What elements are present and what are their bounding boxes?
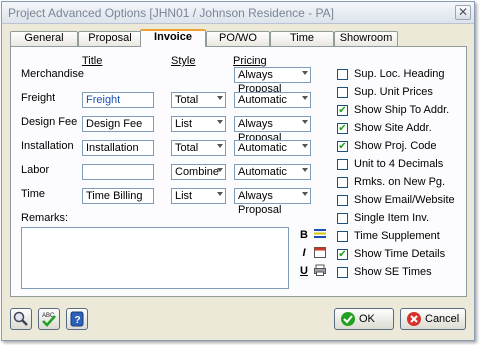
- installation-label: Installation: [21, 140, 74, 152]
- design-fee-title-input[interactable]: Design Fee: [82, 116, 154, 132]
- cancel-x-icon: [407, 312, 421, 326]
- ok-label: OK: [359, 313, 375, 325]
- chevron-down-icon: [217, 144, 223, 148]
- invoice-panel: Title Style Pricing Merchandise Always P…: [10, 46, 467, 297]
- window-title: Project Advanced Options [JHN01 / Johnso…: [8, 6, 334, 20]
- chevron-down-icon: [302, 168, 308, 172]
- time-pricing-select[interactable]: Always Proposal: [234, 188, 311, 216]
- checkbox[interactable]: [337, 159, 348, 170]
- checkbox[interactable]: [337, 195, 348, 206]
- checkbox-checked[interactable]: ✔: [337, 123, 348, 134]
- pricing-column-header: Pricing: [233, 55, 267, 67]
- svg-text:?: ?: [75, 315, 81, 326]
- underline-button[interactable]: U: [297, 264, 311, 278]
- chevron-down-icon: [302, 144, 308, 148]
- freight-title-input[interactable]: Freight: [82, 92, 154, 108]
- tab-invoice[interactable]: Invoice: [140, 29, 206, 47]
- tab-proposal[interactable]: Proposal: [78, 31, 142, 46]
- tab-po-wo[interactable]: PO/WO: [206, 31, 270, 46]
- time-title-input[interactable]: Time Billing: [82, 188, 154, 204]
- checkbox-checked[interactable]: ✔: [337, 105, 348, 116]
- labor-style-value: Combine: [175, 166, 220, 178]
- labor-title-input[interactable]: [82, 164, 154, 180]
- freight-pricing-select[interactable]: Automatic: [234, 92, 311, 108]
- tab-time[interactable]: Time: [270, 31, 334, 46]
- chevron-down-icon: [302, 192, 308, 196]
- italic-button[interactable]: I: [297, 246, 311, 260]
- labor-pricing-value: Automatic: [238, 166, 287, 178]
- labor-label: Labor: [21, 164, 50, 176]
- checkbox[interactable]: [337, 87, 348, 98]
- installation-pricing-select[interactable]: Automatic: [234, 140, 311, 156]
- magnifier-icon: [13, 311, 28, 326]
- cancel-button[interactable]: Cancel: [400, 308, 466, 330]
- checkbox-checked[interactable]: ✔: [337, 141, 348, 152]
- chevron-down-icon: [217, 192, 223, 196]
- chevron-down-icon: [302, 96, 308, 100]
- chevron-down-icon: [217, 120, 223, 124]
- merchandise-label: Merchandise: [21, 68, 84, 80]
- checkbox[interactable]: [337, 267, 348, 278]
- checkbox[interactable]: [337, 231, 348, 242]
- checkbox[interactable]: [337, 69, 348, 80]
- remarks-label: Remarks:: [21, 212, 69, 224]
- calendar-icon[interactable]: [313, 246, 327, 260]
- title-column-header: Title: [82, 55, 103, 67]
- chevron-down-icon: [302, 71, 308, 75]
- time-label: Time: [21, 188, 46, 200]
- options-dialog: Project Advanced Options [JHN01 / Johnso…: [1, 1, 475, 341]
- help-button[interactable]: ?: [66, 308, 88, 330]
- bold-button[interactable]: B: [297, 228, 311, 242]
- remarks-textarea[interactable]: [21, 227, 289, 289]
- checkbox[interactable]: [337, 213, 348, 224]
- find-button[interactable]: [10, 308, 32, 330]
- freight-pricing-value: Automatic: [238, 94, 287, 106]
- ok-button[interactable]: OK: [334, 308, 394, 330]
- chevron-down-icon: [302, 120, 308, 124]
- ok-check-icon: [341, 312, 355, 326]
- merchandise-pricing-select[interactable]: Always Proposal: [234, 67, 311, 95]
- close-button[interactable]: ✕: [455, 5, 471, 20]
- title-bar: Project Advanced Options [JHN01 / Johnso…: [2, 2, 474, 24]
- checkbox[interactable]: [337, 177, 348, 188]
- design-fee-style-value: List: [175, 118, 193, 130]
- time-style-select[interactable]: List: [171, 188, 226, 204]
- spell-check-button[interactable]: ABC: [38, 308, 60, 330]
- installation-style-select[interactable]: Total: [171, 140, 226, 156]
- freight-label: Freight: [21, 92, 56, 104]
- tab-showroom[interactable]: Showroom: [334, 31, 398, 46]
- design-fee-label: Design Fee: [21, 116, 78, 128]
- installation-style-value: Total: [175, 142, 199, 154]
- checkbox-checked[interactable]: ✔: [337, 249, 348, 260]
- installation-title-input[interactable]: Installation: [82, 140, 154, 156]
- design-fee-pricing-select[interactable]: Always Proposal: [234, 116, 311, 144]
- design-fee-style-select[interactable]: List: [171, 116, 226, 132]
- freight-style-value: Total: [175, 94, 199, 106]
- time-style-value: List: [175, 190, 193, 202]
- chevron-down-icon: [217, 96, 223, 100]
- spell-check-icon: ABC: [42, 313, 56, 327]
- freight-style-select[interactable]: Total: [171, 92, 226, 108]
- time-pricing-value: Always Proposal: [238, 190, 282, 216]
- cancel-label: Cancel: [425, 313, 460, 325]
- chevron-down-icon: [217, 168, 223, 172]
- labor-style-select[interactable]: Combine: [171, 164, 226, 180]
- help-icon: ?: [70, 311, 84, 327]
- style-column-header: Style: [171, 55, 196, 67]
- installation-pricing-value: Automatic: [238, 142, 287, 154]
- font-color-icon[interactable]: [313, 228, 327, 242]
- printer-icon[interactable]: [313, 264, 327, 278]
- tab-general[interactable]: General: [10, 31, 78, 46]
- labor-pricing-select[interactable]: Automatic: [234, 164, 311, 180]
